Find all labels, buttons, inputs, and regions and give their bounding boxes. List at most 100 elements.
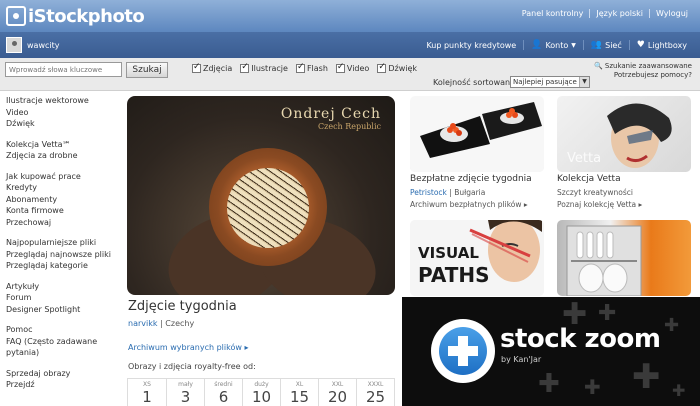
sidebar-item-categories[interactable]: Przeglądaj kategorie [6, 260, 121, 272]
help-link[interactable]: Potrzebujesz pomocy? [594, 71, 692, 80]
lightbox-link[interactable]: ♥ Lightboxy [628, 40, 694, 50]
control-panel-link[interactable]: Panel kontrolny [516, 9, 590, 18]
sidebar-item-faq-cont[interactable]: pytania) [6, 347, 121, 359]
free-photo-meta: Petristock | Bułgaria [410, 188, 485, 197]
sidebar-item-go[interactable]: Przejdź [6, 379, 121, 391]
vetta-title[interactable]: Kolekcja Vetta [557, 174, 621, 184]
advanced-search-block: 🔍 Szukanie zaawansowane Potrzebujesz pom… [594, 62, 692, 80]
arrow-right-icon: ▸ [244, 343, 249, 352]
sidebar-item-corporate[interactable]: Konta firmowe [6, 205, 121, 217]
size-option[interactable]: XS 1 [128, 379, 166, 406]
sidebar-item-designer-spotlight[interactable]: Designer Spotlight [6, 304, 121, 316]
sidebar-item-sell[interactable]: Sprzedaj obrazy [6, 368, 121, 380]
sidebar-item-credits[interactable]: Kredyty [6, 182, 121, 194]
size-option[interactable]: mały 3 [166, 379, 204, 406]
sidebar-item-vectors[interactable]: Ilustracje wektorowe [6, 95, 121, 107]
zoom-plus-inner [439, 327, 487, 375]
visual-paths-tile[interactable]: VISUAL PATHS [410, 220, 544, 296]
sidebar-item-newest[interactable]: Przeglądaj najnowsze pliki [6, 249, 121, 261]
size-option[interactable]: duży 10 [242, 379, 280, 406]
checkbox-checked[interactable] [377, 62, 387, 73]
sidebar-item-storage[interactable]: Przechowaj [6, 217, 121, 229]
plus-decoration: ✚ [632, 357, 661, 397]
sort-select[interactable]: Najlepiej pasujące ▼ [510, 76, 590, 88]
advanced-search-link[interactable]: 🔍 Szukanie zaawansowane [594, 62, 692, 71]
sidebar-item-audio[interactable]: Dźwięk [6, 118, 121, 130]
search-input[interactable] [5, 62, 122, 77]
network-label: Sieć [605, 40, 622, 50]
stock-zoom-banner[interactable]: ✚ ✚ ✚ ✚ ✚ ✚ ✚ stock zoom by Kan'Jar [402, 297, 700, 406]
size-option[interactable]: XXXL 25 [356, 379, 394, 406]
checkbox-checked[interactable] [295, 62, 305, 73]
plus-decoration: ✚ [584, 375, 601, 399]
filter-illustrations[interactable]: Ilustracje [240, 62, 288, 73]
sidebar-item-faq[interactable]: FAQ (Często zadawane [6, 336, 121, 348]
sidebar-item-popular[interactable]: Najpopularniejsze pliki [6, 237, 121, 249]
vetta-link-label: Poznaj kolekcję Vetta [557, 200, 637, 209]
sidebar-item-video[interactable]: Video [6, 107, 121, 119]
filter-label: Flash [306, 64, 328, 73]
photo-of-week-title: Zdjęcie tygodnia [128, 299, 237, 314]
sidebar-item-subscriptions[interactable]: Abonamenty [6, 194, 121, 206]
author-link[interactable]: narvikk [128, 319, 157, 328]
vetta-image: Vetta [567, 103, 672, 168]
selected-files-archive-link[interactable]: Archiwum wybranych plików ▸ [128, 343, 248, 352]
checkbox-checked[interactable] [192, 62, 201, 73]
user-icon: 👤 [531, 40, 543, 50]
filter-label: Video [346, 64, 370, 73]
filter-audio[interactable]: Dźwięk [377, 62, 417, 73]
top-nav: Panel kontrolny Język polski Wyloguj [516, 9, 694, 18]
vetta-collection-tile[interactable]: Vetta [557, 96, 691, 172]
sidebar-group-sell: Sprzedaj obrazy Przejdź [6, 368, 121, 391]
sidebar-item-articles[interactable]: Artykuły [6, 281, 121, 293]
size-label: średni [214, 381, 233, 388]
dishwasher-tile[interactable] [557, 220, 691, 296]
size-option[interactable]: XL 15 [280, 379, 318, 406]
checkbox-checked[interactable] [335, 62, 345, 73]
sidebar-group-buying: Jak kupować prace Kredyty Abonamenty Kon… [6, 171, 121, 229]
buy-credits-link[interactable]: Kup punkty kredytowe [419, 40, 523, 50]
network-link[interactable]: 👥 Sieć [582, 40, 629, 50]
search-button[interactable]: Szukaj [126, 62, 168, 78]
language-link[interactable]: Język polski [589, 9, 649, 18]
sidebar-item-dollar-bin[interactable]: Zdjęcia za drobne [6, 150, 121, 162]
search-filters: Zdjęcia Ilustracje Flash Video Dźwięk [192, 62, 425, 73]
size-credits: 6 [218, 388, 229, 406]
free-photo-tile[interactable] [410, 96, 544, 172]
sushi-image [410, 96, 544, 172]
size-credits: 15 [289, 388, 310, 406]
size-option[interactable]: średni 6 [204, 379, 242, 406]
username[interactable]: wawcity [27, 41, 59, 50]
royalty-free-label: Obrazy i zdjęcia royalty-free od: [128, 362, 256, 371]
size-label: mały [178, 381, 193, 388]
sidebar-item-help[interactable]: Pomoc [6, 324, 121, 336]
free-files-archive-link[interactable]: Archiwum bezpłatnych plików ▸ [410, 200, 528, 209]
arrow-right-icon: ▸ [523, 200, 528, 209]
photographer-country: Czech Republic [318, 122, 381, 131]
author-country: Czechy [165, 319, 195, 328]
free-photo-author-link[interactable]: Petristock [410, 188, 447, 197]
size-credits: 10 [251, 388, 272, 406]
size-option[interactable]: XXL 20 [318, 379, 356, 406]
size-label: XS [143, 381, 151, 388]
filter-video[interactable]: Video [335, 62, 370, 73]
sidebar-group-collections: Kolekcja Vetta℠ Zdjęcia za drobne [6, 139, 121, 162]
user-nav: Kup punkty kredytowe 👤 Konto ▼ 👥 Sieć ♥ Ligh… [419, 40, 694, 50]
sidebar-group-media: Ilustracje wektorowe Video Dźwięk [6, 95, 121, 130]
free-photo-title[interactable]: Bezpłatne zdjęcie tygodnia [410, 174, 532, 184]
plus-decoration: ✚ [598, 301, 617, 326]
plus-decoration: ✚ [664, 315, 680, 336]
filter-flash[interactable]: Flash [295, 62, 328, 73]
photo-of-the-week-image[interactable]: Ondrej Cech Czech Republic [127, 96, 395, 295]
advanced-search-label: Szukanie zaawansowane [604, 62, 692, 70]
logout-link[interactable]: Wyloguj [649, 9, 694, 18]
istockphoto-logo[interactable]: iStockphoto [6, 5, 145, 27]
sidebar-item-vetta[interactable]: Kolekcja Vetta℠ [6, 139, 121, 151]
sidebar-item-how-to-buy[interactable]: Jak kupować prace [6, 171, 121, 183]
account-menu[interactable]: 👤 Konto ▼ [523, 40, 583, 50]
filter-photos[interactable]: Zdjęcia [192, 62, 232, 73]
sidebar-item-forum[interactable]: Forum [6, 292, 121, 304]
checkbox-checked[interactable] [240, 62, 250, 73]
avatar[interactable] [6, 37, 22, 53]
vetta-link[interactable]: Poznaj kolekcję Vetta ▸ [557, 200, 642, 209]
